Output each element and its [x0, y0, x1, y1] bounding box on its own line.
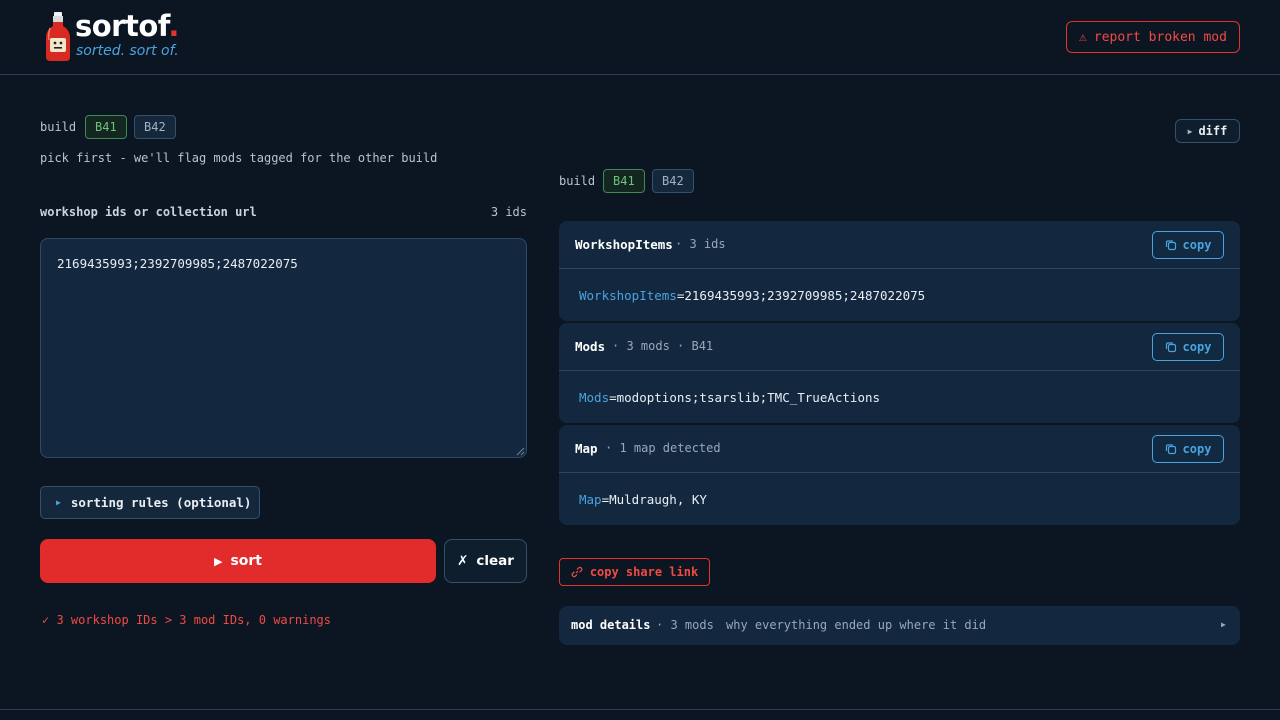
mod-details-title: mod details	[571, 618, 651, 632]
check-icon: ✓	[42, 613, 50, 627]
ketchup-bottle-icon	[46, 12, 70, 61]
card-header: WorkshopItems · 3 ids copy	[559, 221, 1240, 269]
output-key: Mods	[579, 390, 610, 405]
copy-share-link-button[interactable]: copy share link	[559, 558, 710, 586]
output-card-mods: Mods · 3 mods · B41 copy Mods=modoptions…	[559, 323, 1240, 423]
play-icon: ▶	[213, 554, 223, 568]
caret-right-icon: ▶	[1187, 126, 1193, 136]
footer-divider	[0, 709, 1280, 710]
copy-button[interactable]: copy	[1152, 231, 1224, 259]
ids-field-label: workshop ids or collection url	[40, 205, 257, 219]
ids-count: 3 ids	[490, 205, 527, 219]
share-link-label: copy share link	[589, 565, 699, 579]
brand-dot: .	[168, 9, 179, 43]
card-title: WorkshopItems	[575, 237, 673, 252]
build-chip-b42[interactable]: B42	[134, 115, 176, 139]
card-output-line[interactable]: Map=Muldraugh, KY	[579, 492, 707, 507]
warning-icon: ⚠	[1079, 29, 1087, 45]
clear-button[interactable]: ✗ clear	[444, 539, 527, 583]
card-meta: · 3 mods · B41	[612, 339, 714, 353]
resize-grip-icon[interactable]	[515, 446, 525, 456]
card-title: Mods	[575, 339, 606, 354]
mod-details-description: why everything ended up where it did	[726, 618, 987, 632]
card-meta: · 1 map detected	[605, 441, 721, 455]
sort-button-label: sort	[230, 553, 263, 569]
caret-right-icon: ▶	[56, 498, 61, 507]
build-chip-b42[interactable]: B42	[652, 169, 694, 193]
output-key: WorkshopItems	[579, 288, 677, 303]
build-hint: pick first - we'll flag mods tagged for …	[40, 151, 438, 165]
output-card-map: Map · 1 map detected copy Map=Muldraugh,…	[559, 425, 1240, 525]
copy-icon	[1165, 240, 1176, 251]
output-key: Map	[579, 492, 602, 507]
x-icon: ✗	[457, 553, 469, 569]
brand-tagline: sorted. sort of.	[76, 43, 179, 59]
copy-label: copy	[1182, 238, 1212, 252]
card-meta: · 3 ids	[675, 237, 726, 251]
output-value: =2169435993;2392709985;2487022075	[676, 288, 926, 303]
build-label: build	[559, 174, 596, 188]
mod-details-count: · 3 mods	[656, 618, 714, 632]
copy-button[interactable]: copy	[1152, 435, 1224, 463]
card-header: Mods · 3 mods · B41 copy	[559, 323, 1240, 371]
report-button-label: report broken mod	[1093, 29, 1227, 45]
build-label: build	[40, 120, 77, 134]
build-chip-b41[interactable]: B41	[603, 169, 645, 193]
clear-button-label: clear	[476, 553, 514, 569]
card-title: Map	[575, 441, 598, 456]
copy-icon	[1165, 342, 1176, 353]
sorting-rules-toggle[interactable]: ▶ sorting rules (optional)	[40, 486, 260, 519]
diff-label: diff	[1198, 124, 1228, 138]
mod-details-toggle[interactable]: mod details · 3 mods why everything ende…	[559, 606, 1240, 645]
copy-label: copy	[1182, 340, 1212, 354]
output-value: =modoptions;tsarslib;TMC_TrueActions	[609, 390, 881, 405]
report-broken-mod-button[interactable]: ⚠ report broken mod	[1066, 21, 1240, 53]
diff-toggle[interactable]: ▶ diff	[1175, 119, 1240, 143]
build-chip-b41[interactable]: B41	[85, 115, 127, 139]
output-value: =Muldraugh, KY	[601, 492, 707, 507]
workshop-ids-input[interactable]	[40, 238, 527, 458]
header: sortof. sorted. sort of. ⚠ report broken…	[0, 0, 1280, 75]
status-message: ✓ 3 workshop IDs > 3 mod IDs, 0 warnings	[42, 613, 331, 627]
copy-button[interactable]: copy	[1152, 333, 1224, 361]
link-icon	[571, 566, 583, 578]
status-text: 3 workshop IDs > 3 mod IDs, 0 warnings	[56, 613, 332, 627]
brand-name: sortof.	[75, 9, 179, 43]
copy-icon	[1165, 444, 1176, 455]
card-header: Map · 1 map detected copy	[559, 425, 1240, 473]
caret-right-icon: ▶	[1221, 620, 1226, 629]
card-output-line[interactable]: WorkshopItems=2169435993;2392709985;2487…	[579, 288, 925, 303]
card-output-line[interactable]: Mods=modoptions;tsarslib;TMC_TrueActions	[579, 390, 880, 405]
sort-button[interactable]: ▶ sort	[40, 539, 436, 583]
sorting-rules-label: sorting rules (optional)	[70, 495, 252, 510]
output-card-workshopitems: WorkshopItems · 3 ids copy WorkshopItems…	[559, 221, 1240, 321]
brand-name-text: sortof	[75, 9, 169, 43]
copy-label: copy	[1182, 442, 1212, 456]
